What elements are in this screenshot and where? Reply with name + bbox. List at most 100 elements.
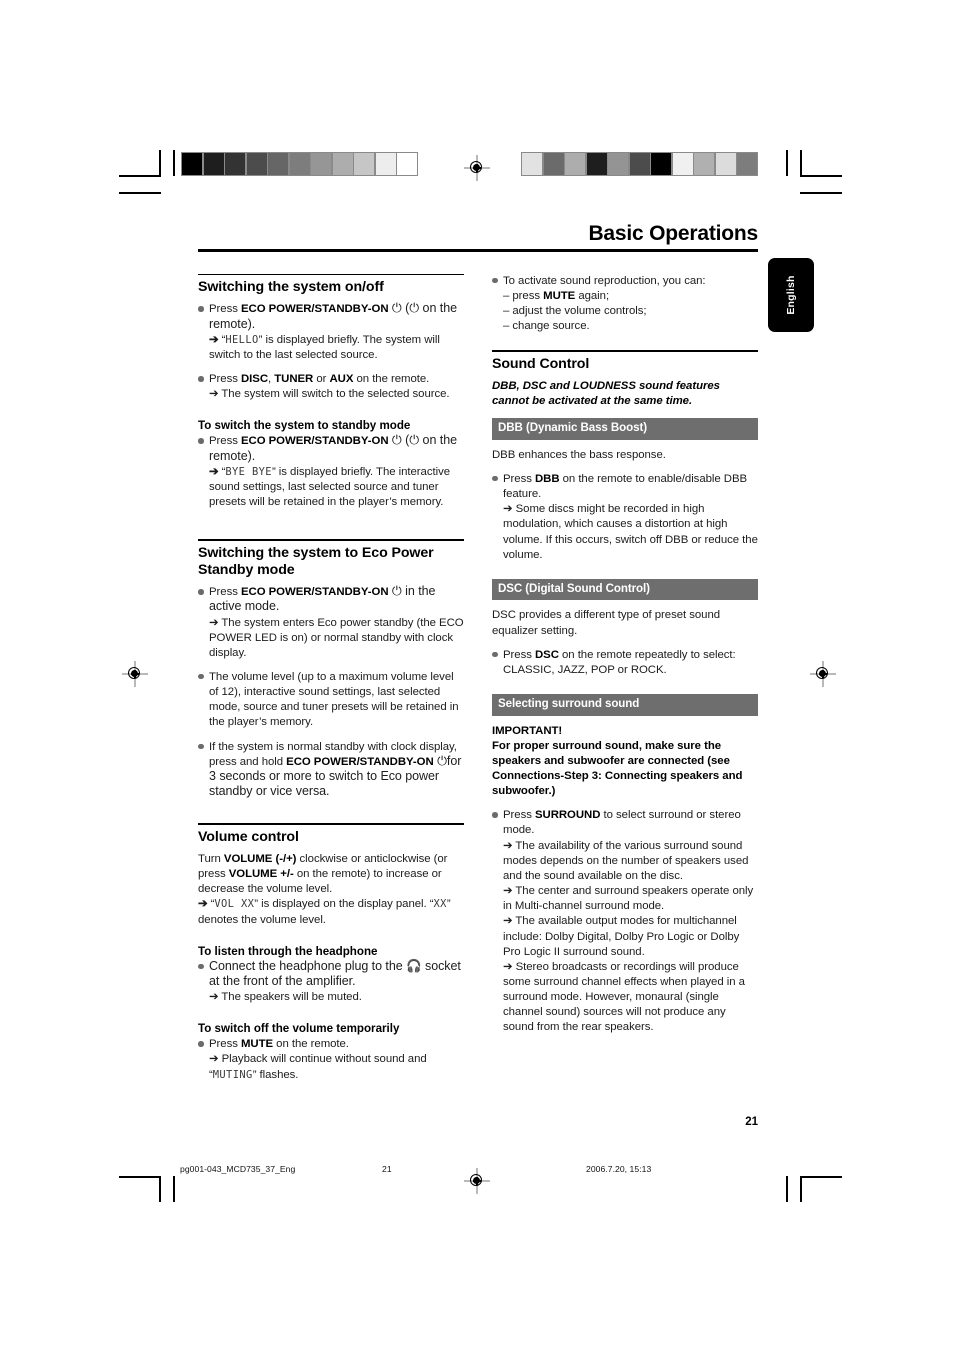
section-divider-volume-control: [198, 823, 464, 825]
language-tab-english: English: [768, 258, 814, 332]
crop-mark-top-right-v: [800, 150, 802, 176]
list-item-text: Press MUTE on the remote. ➔ Playback wil…: [209, 1037, 464, 1082]
arrow-note: ➔ “BYE BYE” is displayed briefly. The in…: [209, 465, 451, 509]
list-item-text: Press ECO POWER/STANDBY-ON ⏻ (⏻ on the r…: [209, 302, 464, 363]
greyscale-strip-right: [521, 152, 758, 176]
bullet-dot-icon: [198, 434, 209, 444]
bullet-dot-icon: [198, 1037, 209, 1047]
greyscale-swatch: [672, 153, 693, 175]
button-name-dsc: DSC: [534, 648, 559, 661]
arrow-note: ➔ Some discs might be recorded in high m…: [503, 503, 758, 561]
greyscale-swatch: [565, 153, 585, 175]
crop-mark-bottom-right-v2: [786, 1176, 788, 1202]
bullet-dot-icon: [492, 274, 503, 284]
list-item-text: Press SURROUND to select surround or ste…: [503, 808, 758, 1035]
greyscale-strip-left: [181, 152, 418, 176]
lcd-text-xx: XX: [433, 898, 447, 911]
language-tab-label: English: [785, 275, 797, 315]
press-label: Press: [503, 648, 535, 661]
important-title: IMPORTANT!: [492, 724, 758, 739]
lcd-text-muting: MUTING: [212, 1068, 253, 1081]
greyscale-swatch: [268, 153, 288, 175]
button-name-eco-power: ECO POWER/STANDBY-ON: [240, 303, 389, 316]
sound-control-note-text: DBB, DSC and LOUDNESS sound features can…: [492, 380, 720, 408]
important-body: For proper surround sound, make sure the…: [492, 739, 758, 800]
list-item-text: Press DSC on the remote repeatedly to se…: [503, 648, 758, 678]
press-label: Press: [503, 472, 535, 485]
button-name-mute: MUTE: [240, 1038, 274, 1051]
press-label: Press: [209, 373, 241, 386]
heading-eco-power-standby: Switching the system to Eco Power Standb…: [198, 544, 434, 578]
arrow-note: ➔ The available output modes for multich…: [503, 915, 740, 958]
list-item: Press DISC, TUNER or AUX on the remote. …: [198, 372, 464, 402]
arrow-note: ➔ The system enters Eco power standby (t…: [209, 616, 464, 659]
crop-mark-top-left-v2: [173, 150, 175, 176]
list-item-text: Connect the headphone plug to the 🎧 sock…: [209, 959, 464, 1005]
press-label: Press: [209, 435, 241, 448]
list-item-text: Press DBB on the remote to enable/disabl…: [503, 472, 758, 563]
greyscale-swatch: [715, 153, 736, 175]
greyscale-swatch: [629, 153, 650, 175]
greyscale-swatch: [737, 153, 757, 175]
greyscale-swatch: [225, 153, 245, 175]
section-bar-dbb: DBB (Dynamic Bass Boost): [492, 418, 758, 440]
press-label: Press: [209, 1038, 241, 1051]
greyscale-swatch: [311, 153, 331, 175]
greyscale-swatch: [182, 153, 202, 175]
greyscale-swatch: [375, 153, 396, 175]
important-title-text: IMPORTANT!: [492, 724, 563, 737]
registration-mark-top: [464, 155, 490, 181]
crop-mark-top-left-h: [119, 175, 161, 177]
trailing-text: on the remote.: [353, 373, 430, 386]
greyscale-swatch: [694, 153, 714, 175]
important-body-text: For proper surround sound, make sure the…: [492, 739, 743, 798]
greyscale-swatch: [543, 153, 564, 175]
greyscale-swatch: [203, 153, 224, 175]
page-content: Basic Operations Switching the system on…: [198, 222, 758, 1092]
crop-mark-top-right-h: [800, 175, 842, 177]
greyscale-swatch: [332, 153, 353, 175]
bullet-dot-icon: [198, 960, 209, 970]
button-name-volume-remote: VOLUME +/-: [228, 868, 294, 881]
section-bar-dsc: DSC (Digital Sound Control): [492, 578, 758, 601]
section-divider-eco-standby: [198, 539, 464, 541]
button-name-dbb: DBB: [534, 472, 560, 485]
crop-mark-top-right-v2: [786, 150, 788, 176]
press-label: Press: [503, 809, 535, 822]
subheading-headphone: To listen through the headphone: [198, 944, 378, 958]
title-divider: [198, 249, 758, 252]
greyscale-swatch: [522, 153, 542, 175]
sub-list-item: – adjust the volume controls;: [503, 305, 647, 317]
crop-mark-bottom-left-v: [159, 1176, 161, 1202]
bullet-dot-icon: [492, 808, 503, 818]
footer-timestamp: 2006.7.20, 15:13: [586, 1164, 652, 1174]
right-column: To activate sound reproduction, you can:…: [492, 274, 758, 1092]
bullet-dot-icon: [492, 648, 503, 658]
trailing-text: on the remote.: [273, 1038, 349, 1051]
press-label: Press: [209, 586, 241, 599]
crop-mark-bottom-left-h: [119, 1176, 161, 1178]
heading-volume-control: Volume control: [198, 828, 299, 845]
sub-list-item: – change source.: [503, 320, 590, 333]
list-item: Press MUTE on the remote. ➔ Playback wil…: [198, 1037, 464, 1082]
volume-instruction: Turn VOLUME (-/+) clockwise or anticlock…: [198, 852, 464, 897]
crop-mark-bottom-right-h: [800, 1176, 842, 1178]
crop-mark-top-left-v: [159, 150, 161, 176]
list-item: Press ECO POWER/STANDBY-ON ⏻ in the acti…: [198, 585, 464, 661]
list-item: Press ECO POWER/STANDBY-ON ⏻ (⏻ on the r…: [198, 302, 464, 363]
bullet-dot-icon: [492, 472, 503, 482]
list-item: Press DBB on the remote to enable/disabl…: [492, 472, 758, 563]
lcd-text-hello: HELLO: [225, 333, 259, 346]
button-name-disc: DISC: [240, 373, 268, 386]
lcd-text-bye-bye: BYE BYE: [225, 465, 272, 478]
list-item-text: Press ECO POWER/STANDBY-ON ⏻ (⏻ on the r…: [209, 434, 464, 510]
list-item-text: Press DISC, TUNER or AUX on the remote. …: [209, 372, 464, 402]
volume-display-note: ➔ “VOL XX” is displayed on the display p…: [198, 898, 451, 926]
bullet-dot-icon: [198, 585, 209, 595]
arrow-note: ➔ The availability of the various surrou…: [503, 839, 749, 882]
registration-mark-right: [810, 661, 836, 687]
sub-item-prefix: – press: [503, 289, 544, 302]
button-name-aux: AUX: [329, 373, 354, 386]
greyscale-swatch: [651, 153, 671, 175]
greyscale-swatch: [354, 153, 374, 175]
